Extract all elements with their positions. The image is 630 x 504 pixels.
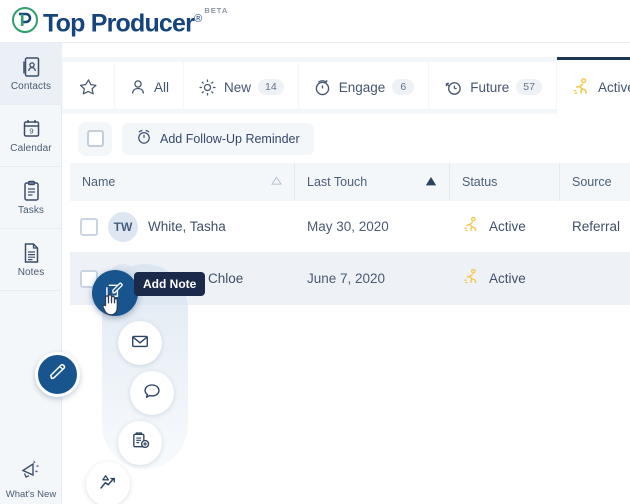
tab-badge: 6 [392,79,415,95]
future-clock-icon [443,78,463,97]
send-email-action-button[interactable] [118,321,162,365]
cell-name: TW White, Tasha [70,201,295,253]
column-label: Last Touch [307,175,368,189]
whats-new-button[interactable]: What's New [0,457,62,500]
runner-icon [462,216,480,237]
tab-label: Future [470,79,510,95]
whats-new-label: What's New [5,489,57,500]
checkbox-square-icon [86,130,104,147]
tab-badge: 57 [516,79,542,95]
add-note-tooltip: Add Note [134,272,206,296]
column-header-source[interactable]: Source [560,163,630,201]
clipboard-tasks-icon [21,180,42,202]
contact-name[interactable]: White, Tasha [148,219,226,234]
person-icon [129,78,147,96]
sidebar-item-label: Notes [17,266,45,278]
runner-icon [571,77,591,97]
cell-source [560,253,630,305]
column-header-name[interactable]: Name [70,163,295,201]
left-sidebar: Contacts 9 Calendar Tasks Notes What's N… [0,43,62,504]
cell-status: Active [450,201,560,253]
tab-label: Engage [338,79,386,95]
tab-label: Active [597,79,630,95]
cell-status: Active [450,253,560,305]
cell-last-touch: May 30, 2020 [307,219,389,234]
cell-source: Referral [572,219,621,234]
add-follow-up-reminder-label: Add Follow-Up Reminder [160,131,300,146]
tp-monogram-icon [12,6,38,33]
pencil-icon [47,361,69,388]
list-toolbar: Add Follow-Up Reminder [62,114,630,163]
sort-asc-filled-icon [425,175,437,189]
send-message-action-button[interactable] [130,371,174,415]
tab-future[interactable]: Future 57 [429,62,556,109]
speech-bubble-icon [142,381,162,406]
status-label: Active [489,271,526,286]
column-header-last-touch[interactable]: Last Touch [295,163,450,201]
add-follow-up-reminder-button[interactable]: Add Follow-Up Reminder [122,122,314,155]
cell-last-touch: June 7, 2020 [307,271,386,286]
table-row[interactable]: TW White, Tasha May 30, 2020 Active Refe… [70,201,630,253]
compose-fab-button[interactable] [35,352,80,397]
brand-name-text: Top Producer [43,9,195,38]
sidebar-item-calendar[interactable]: 9 Calendar [0,105,62,167]
tab-active[interactable]: Active 2 [556,57,630,114]
engage-clock-icon [313,78,332,97]
brand-logo[interactable]: Top Producer® BETA [12,3,228,39]
svg-text:9: 9 [29,126,33,135]
column-label: Name [82,175,116,189]
alarm-clock-icon [136,129,152,148]
status-label: Active [489,219,526,234]
column-label: Source [572,175,612,189]
avatar: TW [108,211,138,242]
tab-new[interactable]: New 14 [184,62,298,109]
tab-all[interactable]: All [115,62,184,109]
tab-badge: 14 [258,79,284,95]
megaphone-icon [18,457,44,486]
brand-registered-mark: ® [194,12,202,25]
beta-badge: BETA [204,5,229,15]
contacts-book-icon [21,56,42,78]
clipboard-plus-icon [130,430,151,456]
top-bar: Top Producer® BETA [0,0,630,43]
add-action-plan-button[interactable] [86,462,130,504]
runner-icon [462,268,480,289]
sidebar-item-contacts[interactable]: Contacts [0,43,62,105]
tab-label: New [224,79,252,95]
tab-label: All [154,79,170,95]
action-plan-icon [97,471,119,498]
mouse-cursor-hand-icon [100,292,120,322]
select-all-checkbox[interactable] [78,121,112,156]
sidebar-item-label: Calendar [10,142,52,154]
column-label: Status [462,175,498,189]
notes-page-icon [21,242,42,264]
tab-favorites[interactable] [63,62,114,109]
envelope-icon [130,331,150,356]
table-header-row: Name Last Touch Status Source [70,163,630,201]
sidebar-item-tasks[interactable]: Tasks [0,167,62,229]
sidebar-item-label: Contacts [10,80,52,92]
sort-asc-outline-icon [271,176,282,188]
add-task-action-button[interactable] [118,421,162,465]
brand-name: Top Producer® [43,3,202,39]
sun-icon [198,78,217,97]
sidebar-item-notes[interactable]: Notes [0,229,62,291]
column-header-status[interactable]: Status [450,163,560,201]
row-checkbox[interactable] [80,217,98,236]
app-root: Top Producer® BETA Contacts 9 Calendar T… [0,0,630,504]
contact-filter-tabs: All New 14 Engage 6 Future 57 Activ [62,57,630,114]
sidebar-item-label: Tasks [17,204,45,216]
tab-engage[interactable]: Engage 6 [298,62,429,109]
star-icon [79,78,98,97]
calendar-icon: 9 [21,118,42,140]
